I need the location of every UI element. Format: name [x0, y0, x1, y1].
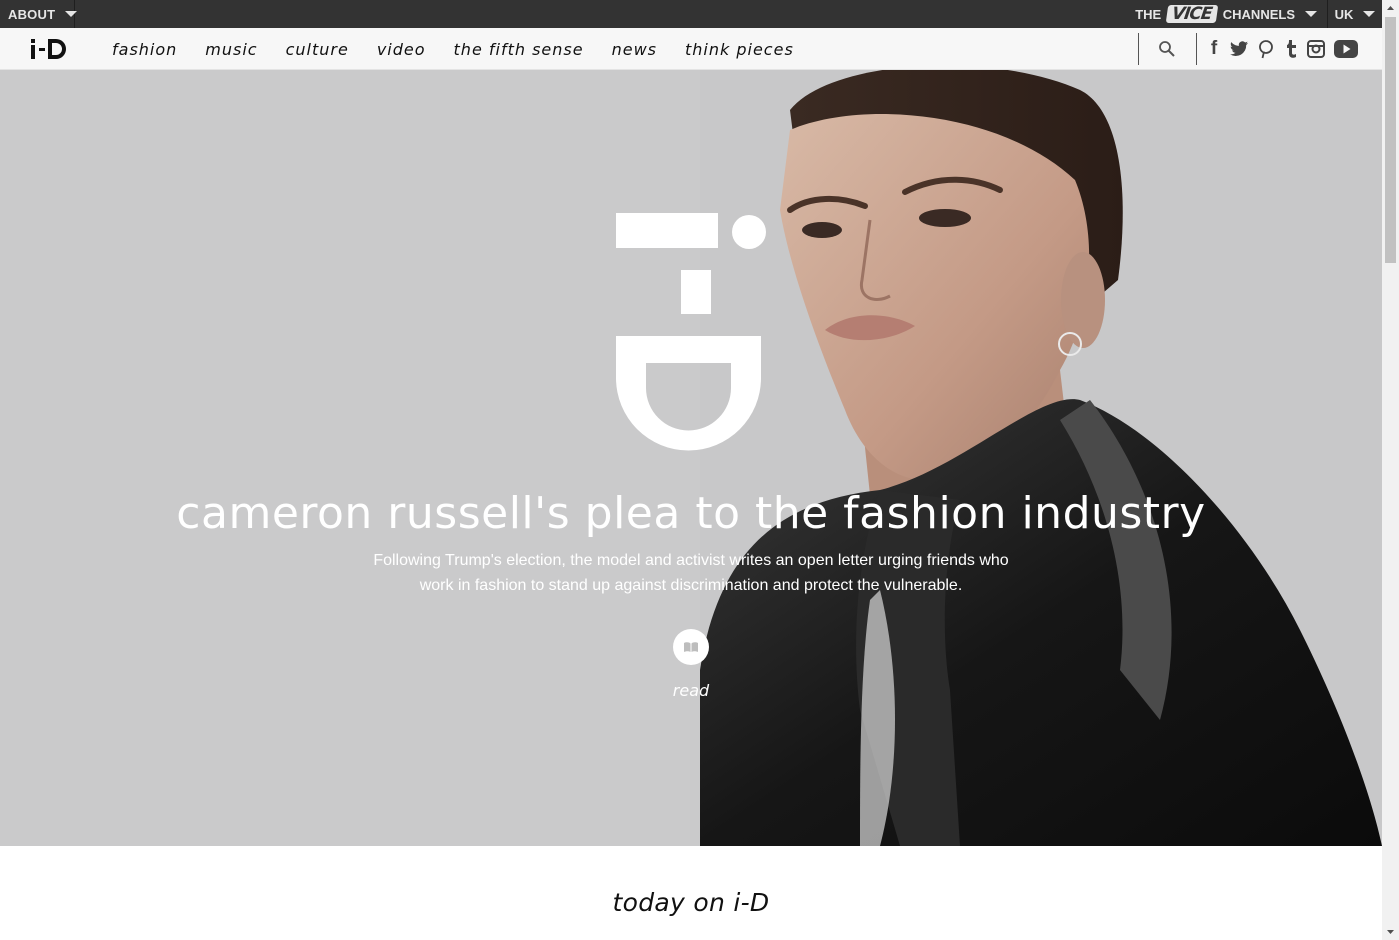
book-icon	[684, 642, 698, 652]
scroll-up-arrow-icon[interactable]	[1382, 0, 1399, 17]
scroll-down-arrow-icon[interactable]	[1382, 923, 1399, 940]
read-label[interactable]: read	[651, 681, 731, 700]
nav-link-music[interactable]: music	[205, 40, 257, 59]
section-links: fashion music culture video the fifth se…	[112, 28, 822, 70]
vice-logo: VICE	[1165, 4, 1219, 24]
nav-link-news[interactable]: news	[612, 40, 657, 59]
about-dropdown[interactable]: ABOUT	[0, 0, 78, 28]
main-nav: fashion music culture video the fifth se…	[0, 28, 1382, 70]
twitter-icon[interactable]	[1228, 38, 1250, 60]
id-logo[interactable]	[28, 36, 74, 62]
hero-title[interactable]: cameron russell's plea to the fashion in…	[0, 488, 1382, 539]
nav-divider	[1138, 33, 1139, 65]
about-label: ABOUT	[8, 6, 56, 22]
region-label: UK	[1334, 6, 1354, 22]
chevron-down-icon	[1363, 11, 1376, 17]
section-heading: today on i-D	[612, 888, 770, 917]
nav-link-culture[interactable]: culture	[286, 40, 349, 59]
vice-channels-dropdown[interactable]: THE VICE CHANNELS	[1135, 0, 1328, 28]
region-dropdown[interactable]: UK	[1328, 0, 1382, 28]
hero-id-logo	[616, 213, 766, 451]
pinterest-icon[interactable]	[1256, 38, 1276, 60]
chevron-down-icon	[1305, 11, 1317, 17]
chevron-down-icon	[65, 11, 78, 17]
hero-description: Following Trump's election, the model an…	[373, 552, 1009, 594]
nav-link-fashion[interactable]: fashion	[112, 40, 177, 59]
youtube-icon[interactable]	[1334, 40, 1358, 58]
social-links: f	[1206, 38, 1358, 60]
hero-feature[interactable]: cameron russell's plea to the fashion in…	[0, 70, 1382, 846]
tumblr-icon[interactable]	[1282, 38, 1300, 60]
scrollbar-thumb[interactable]	[1385, 17, 1396, 263]
nav-link-think-pieces[interactable]: think pieces	[685, 40, 794, 59]
nav-link-video[interactable]: video	[377, 40, 426, 59]
nav-divider	[1196, 33, 1197, 65]
instagram-icon[interactable]	[1306, 39, 1326, 59]
nav-link-the-fifth-sense[interactable]: the fifth sense	[454, 40, 584, 59]
read-button[interactable]	[673, 629, 709, 665]
top-bar: ABOUT THE VICE CHANNELS UK	[0, 0, 1382, 28]
search-icon[interactable]	[1158, 40, 1176, 58]
hero-image	[0, 70, 1382, 846]
facebook-icon[interactable]: f	[1206, 38, 1222, 60]
vertical-scrollbar[interactable]	[1382, 0, 1399, 940]
channels-label: CHANNELS	[1222, 6, 1295, 22]
channels-prefix: THE	[1135, 6, 1162, 22]
